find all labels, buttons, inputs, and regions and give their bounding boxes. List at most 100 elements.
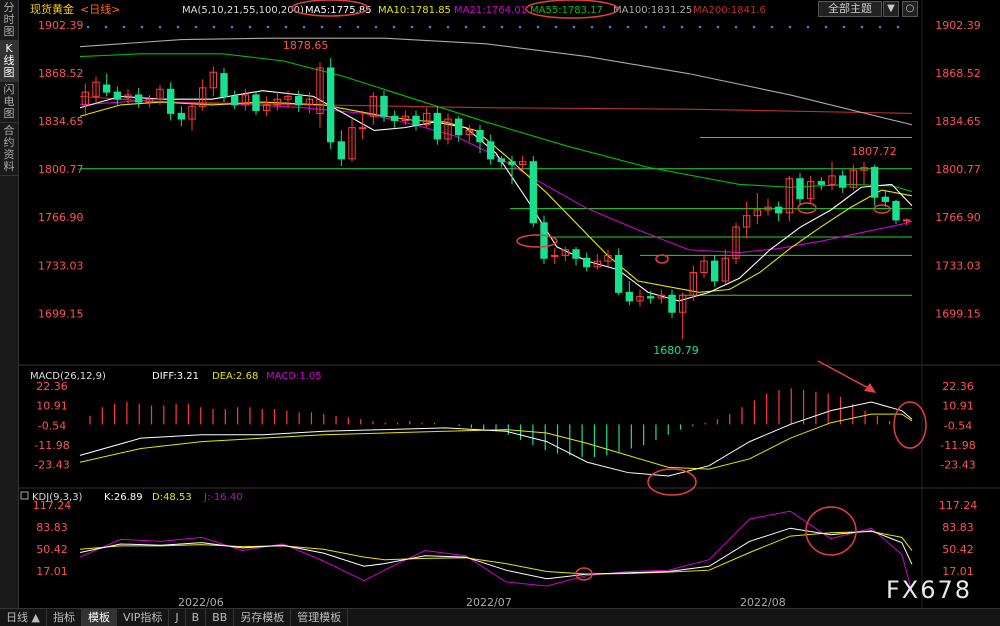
macd-y-tick-left: 10.91 — [36, 400, 68, 413]
dot-marker — [716, 25, 720, 29]
dropdown-control[interactable]: ▼ — [883, 1, 899, 17]
bottom-tab-2[interactable]: 模板 — [81, 609, 117, 626]
highlight-oval — [797, 202, 817, 214]
macd-legend-2: DEA:2.68 — [212, 371, 258, 382]
dot-marker — [536, 25, 540, 29]
dot-marker — [518, 25, 522, 29]
y-tick-left: 1699.15 — [38, 307, 84, 320]
dea-line — [79, 413, 913, 470]
highlight-oval — [647, 468, 697, 496]
dot-marker — [572, 25, 576, 29]
candle-body — [540, 222, 548, 259]
candle-body — [134, 94, 143, 103]
dot-marker — [176, 25, 180, 29]
candle-body — [230, 95, 239, 106]
candle-body — [166, 88, 175, 114]
candle-body — [380, 95, 388, 117]
kdj-y-tick-left: 50.42 — [36, 543, 68, 556]
bottom-tab-6[interactable]: BB — [206, 609, 235, 626]
candle-body — [892, 200, 900, 221]
candle-body — [881, 196, 890, 202]
dot-marker — [860, 25, 864, 29]
highlight-oval — [805, 506, 857, 556]
ma-legend-6: MA200:1841.6 — [693, 5, 766, 16]
kdj-y-tick-right: 83.83 — [942, 521, 974, 534]
macd-y-tick-left: -0.54 — [38, 419, 66, 432]
dot-marker — [608, 25, 612, 29]
k-line — [79, 527, 913, 580]
dot-marker — [356, 25, 360, 29]
sidebar-tab-2[interactable]: 闪电图 — [0, 82, 18, 123]
theme-button[interactable]: 全部主题 — [818, 1, 882, 17]
dot-marker — [752, 25, 756, 29]
dot-marker — [428, 25, 432, 29]
diff-line — [79, 401, 913, 477]
candle-body — [710, 260, 719, 282]
dot-marker — [644, 25, 648, 29]
candle-body — [177, 112, 186, 120]
candle-body — [326, 67, 335, 143]
dot-marker — [806, 25, 810, 29]
bottom-tab-3[interactable]: VIP指标 — [117, 609, 170, 626]
chart-canvas: 现货黄金 <日线> MA(5,10,21,55,100,200) MA5:1775.8… — [18, 0, 1000, 608]
bottom-tab-7[interactable]: 另存模板 — [234, 609, 292, 626]
dot-marker — [824, 25, 828, 29]
highlight-oval — [516, 234, 558, 248]
candle-body — [614, 254, 623, 293]
ma-line-ma5 — [79, 90, 913, 302]
candle-body — [294, 95, 303, 106]
ma-legend-0: MA(5,10,21,55,100,200) — [182, 5, 304, 16]
sidebar-tab-0[interactable]: 分时图 — [0, 0, 18, 41]
candle-body — [870, 166, 879, 198]
dot-marker — [392, 25, 396, 29]
macd-y-tick-left: -11.98 — [34, 439, 69, 452]
y-tick-right: 1834.65 — [935, 115, 981, 128]
y-tick-left: 1800.77 — [38, 163, 84, 176]
kdj-legend-2: D:48.53 — [152, 492, 192, 503]
sidebar-tab-3[interactable]: 合约资料 — [0, 123, 18, 176]
ma-line-ma100 — [79, 37, 913, 126]
y-tick-right: 1699.15 — [935, 307, 981, 320]
dot-marker — [734, 25, 738, 29]
dot-marker — [410, 25, 414, 29]
symbol-label: 现货黄金 — [30, 2, 74, 16]
bottom-tab-5[interactable]: B — [186, 609, 207, 626]
candle-body — [390, 115, 399, 122]
sidebar-tab-1[interactable]: K线图 — [0, 41, 18, 82]
ma-line-ma55 — [79, 53, 913, 193]
candle-body — [646, 296, 655, 299]
circle-control[interactable]: ○ — [902, 1, 918, 17]
dot-marker — [320, 25, 324, 29]
kdj-marker-icon — [20, 491, 29, 500]
candle-body — [497, 158, 506, 163]
dot-marker — [104, 25, 108, 29]
dot-marker — [626, 25, 630, 29]
highlight-oval — [655, 254, 669, 264]
dot-marker — [680, 25, 684, 29]
candle-body — [454, 118, 463, 136]
bottom-tab-0[interactable]: 日线 ▲ — [0, 609, 47, 626]
low-annotation: 1680.79 — [653, 344, 699, 357]
y-tick-left: 1766.90 — [38, 211, 84, 224]
dot-marker — [230, 25, 234, 29]
candle-body — [550, 254, 559, 257]
bottom-tab-4[interactable]: J — [169, 609, 186, 626]
ma-legend-2: MA10:1781.85 — [378, 5, 451, 16]
arrow-head — [864, 383, 876, 393]
y-tick-right: 1868.52 — [935, 67, 981, 80]
y-tick-left: 1733.03 — [38, 259, 84, 272]
dot-marker — [284, 25, 288, 29]
macd-y-tick-left: 22.36 — [36, 380, 68, 393]
ma-legend-1: MA5:1775.85 — [305, 5, 372, 16]
bottom-tab-1[interactable]: 指标 — [47, 609, 82, 626]
candle-body — [572, 249, 580, 259]
kdj-legend-3: J:-16.40 — [203, 492, 243, 503]
macd-y-tick-left: -23.43 — [34, 459, 69, 472]
candle-body — [817, 181, 826, 185]
dot-marker — [302, 25, 306, 29]
dot-marker — [158, 25, 162, 29]
candle-body — [113, 91, 122, 100]
dot-marker — [194, 25, 198, 29]
bottom-tab-8[interactable]: 管理模板 — [291, 609, 349, 626]
macd-y-tick-right: -23.43 — [940, 459, 975, 472]
